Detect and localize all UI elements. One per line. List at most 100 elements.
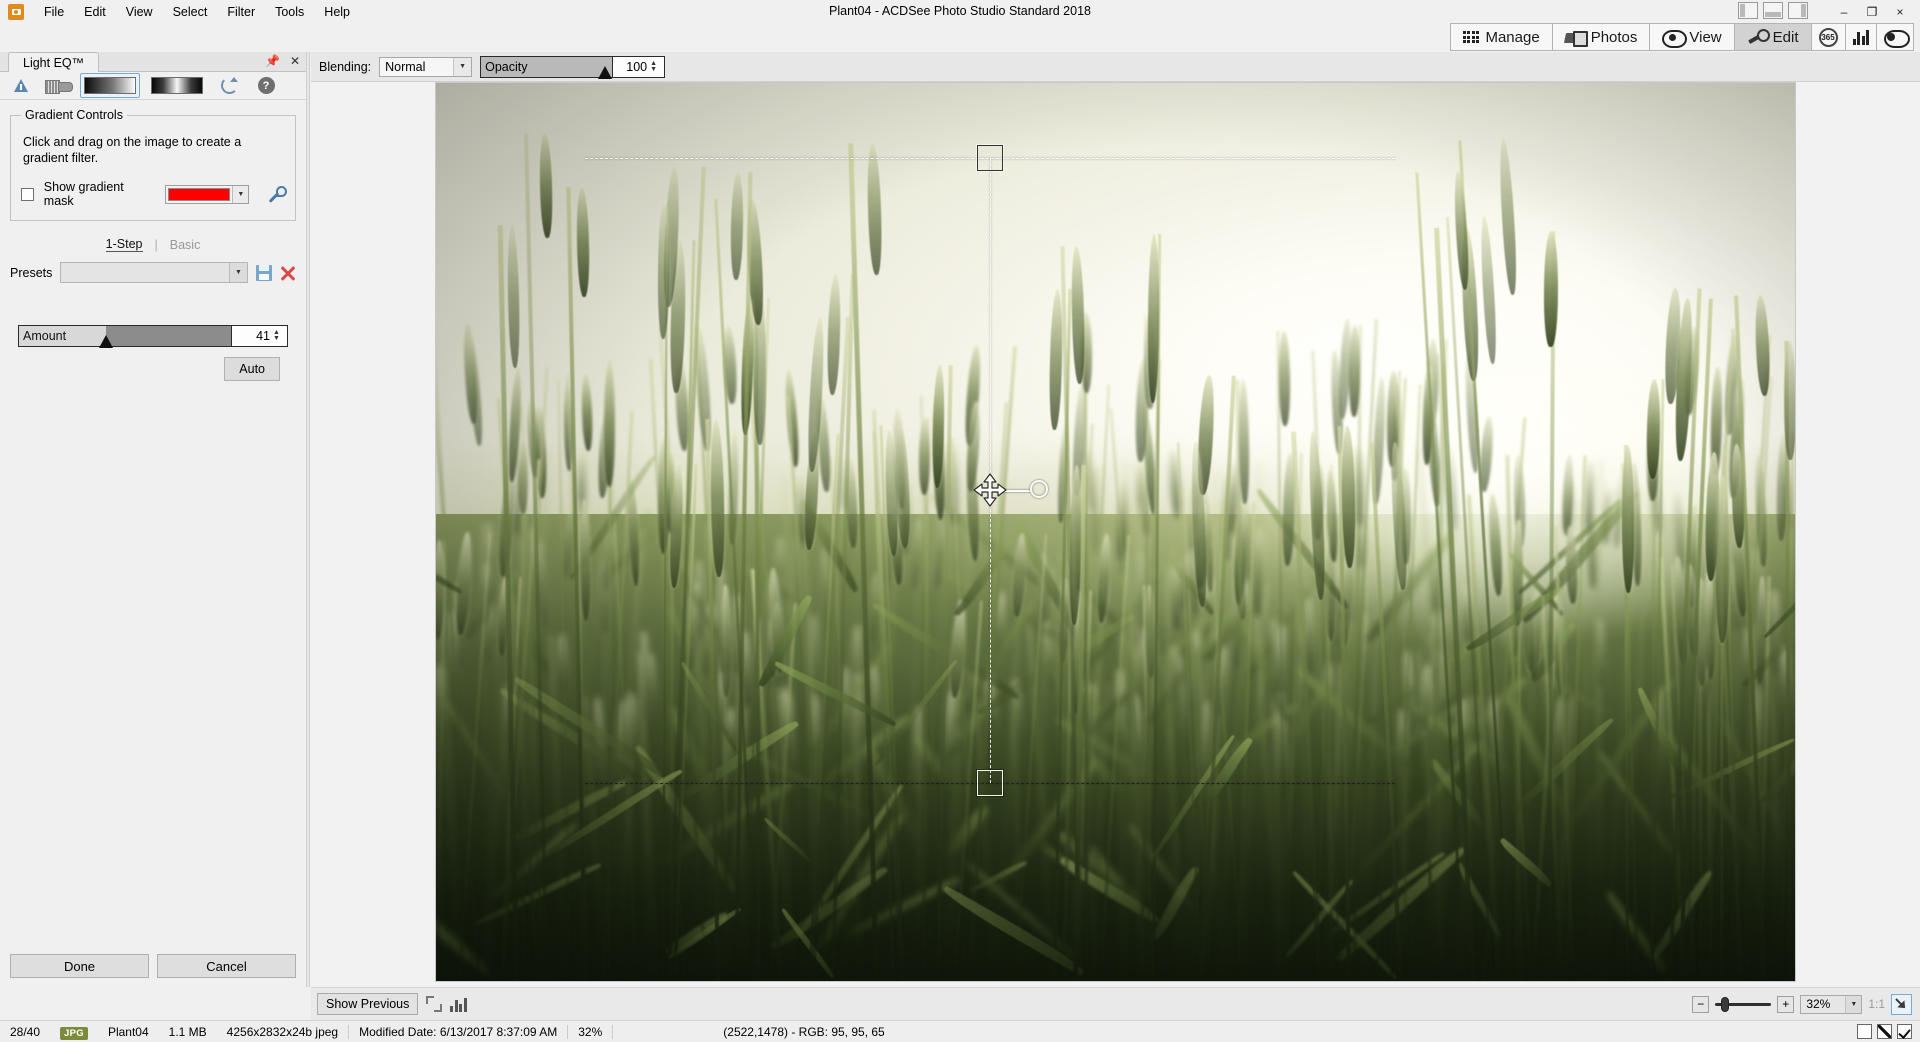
close-button[interactable]: ×: [1886, 2, 1914, 21]
presets-row: Presets ▼: [10, 262, 296, 283]
linear-gradient-icon[interactable]: [80, 73, 140, 98]
fit-to-window-icon[interactable]: [1891, 993, 1912, 1015]
zoom-slider[interactable]: [1715, 996, 1772, 1013]
eyedropper-icon[interactable]: [265, 184, 287, 204]
transparency-icon[interactable]: [1877, 1024, 1892, 1039]
mask-color-swatch: [167, 187, 231, 201]
show-previous-button[interactable]: Show Previous: [317, 993, 419, 1015]
photo-vignette: [436, 83, 1795, 981]
cancel-button[interactable]: Cancel: [157, 954, 296, 978]
blending-label: Blending:: [319, 59, 372, 74]
menu-view[interactable]: View: [116, 2, 163, 22]
menu-file[interactable]: File: [34, 2, 74, 22]
panel-splitter[interactable]: [306, 52, 310, 987]
spinner-arrows-icon[interactable]: ▲ ▼: [650, 60, 661, 73]
panel-bottom-icon[interactable]: [1763, 2, 1783, 19]
tab-view[interactable]: View: [1649, 23, 1734, 51]
tab-edit[interactable]: Edit: [1733, 23, 1811, 51]
tab-preview[interactable]: [1876, 23, 1914, 51]
save-icon[interactable]: [256, 264, 272, 281]
amount-spinbox[interactable]: 41 ▲ ▼: [231, 326, 287, 346]
step-1step[interactable]: 1-Step: [105, 237, 143, 252]
status-right-icons: [1857, 1024, 1912, 1039]
window-controls: – ❐ ×: [1830, 2, 1914, 21]
chevron-down-icon: ▼: [229, 263, 247, 282]
menu-edit[interactable]: Edit: [74, 2, 116, 22]
menu-help[interactable]: Help: [314, 2, 360, 22]
photos-icon: [1565, 30, 1588, 47]
brush-icon[interactable]: [43, 74, 73, 98]
step-separator: |: [154, 237, 158, 252]
opacity-value: 100: [626, 59, 648, 74]
warning-icon[interactable]: [6, 74, 36, 98]
pin-icon[interactable]: 📌: [265, 54, 280, 68]
minimize-button[interactable]: –: [1830, 2, 1858, 21]
amount-slider-thumb[interactable]: [98, 335, 113, 348]
menu-select[interactable]: Select: [163, 2, 218, 22]
panel-left-icon[interactable]: [1738, 2, 1758, 19]
help-icon[interactable]: ?: [251, 74, 281, 98]
presets-dropdown[interactable]: ▼: [60, 262, 248, 283]
histogram-icon[interactable]: [450, 997, 467, 1012]
spinner-arrows-icon[interactable]: ▲ ▼: [273, 329, 284, 342]
bottom-toolbar: Show Previous − + 32% ▼ 1:1: [311, 987, 1920, 1020]
opacity-slider[interactable]: Opacity 100 ▲ ▼: [480, 55, 666, 79]
step-mode-row: 1-Step | Basic: [10, 237, 296, 252]
done-button[interactable]: Done: [10, 954, 149, 978]
chevron-down-icon: ▼: [232, 185, 249, 203]
status-modified-date: Modified Date: 6/13/2017 8:37:09 AM: [359, 1024, 558, 1039]
opacity-slider-thumb[interactable]: [598, 65, 613, 79]
panel-tab-label: Light EQ™: [23, 55, 85, 70]
chevron-down-icon: ▼: [453, 57, 472, 76]
status-divider: [612, 1024, 614, 1039]
gradient-controls-title: Gradient Controls: [25, 108, 123, 122]
edit-toolbar: Blending: Normal ▼ Opacity 100 ▲ ▼: [311, 52, 1920, 82]
zoom-controls: − + 32% ▼ 1:1: [1692, 993, 1920, 1015]
radial-gradient-icon[interactable]: [147, 73, 207, 98]
zoom-slider-thumb[interactable]: [1721, 996, 1730, 1012]
show-gradient-mask-checkbox[interactable]: [21, 187, 34, 201]
close-icon[interactable]: ✕: [290, 54, 300, 68]
zoom-in-button[interactable]: +: [1777, 995, 1795, 1013]
image-viewport[interactable]: [435, 82, 1796, 982]
tab-histogram[interactable]: [1844, 23, 1876, 51]
delete-x-icon[interactable]: [280, 265, 296, 281]
canvas-area[interactable]: [311, 82, 1920, 987]
zoom-out-button[interactable]: −: [1692, 995, 1710, 1013]
zoom-level-dropdown[interactable]: 32% ▼: [1800, 994, 1863, 1014]
opacity-slider-track[interactable]: Opacity: [481, 56, 613, 79]
status-zoom: 32%: [578, 1024, 603, 1039]
amount-slider[interactable]: Amount 41 ▲ ▼: [18, 325, 288, 348]
tab-view-label: View: [1689, 28, 1722, 46]
restore-button[interactable]: ❐: [1858, 2, 1886, 21]
presets-label: Presets: [10, 265, 53, 280]
layout-buttons: [1738, 2, 1808, 19]
amount-slider-track[interactable]: Amount: [19, 326, 231, 348]
blending-dropdown[interactable]: Normal ▼: [379, 56, 473, 77]
menu-filter[interactable]: Filter: [217, 2, 265, 22]
auto-button[interactable]: Auto: [224, 357, 280, 381]
reset-icon[interactable]: [214, 74, 244, 98]
panel-tab-row: Light EQ™ 📌 ✕: [0, 52, 306, 72]
checkmark-icon[interactable]: [1897, 1024, 1912, 1039]
opacity-spinbox[interactable]: 100 ▲ ▼: [612, 56, 665, 77]
step-basic[interactable]: Basic: [170, 238, 201, 252]
amount-slider-block: Amount 41 ▲ ▼ Auto: [10, 325, 296, 381]
auto-row: Auto: [18, 357, 288, 381]
panel-tab-light-eq[interactable]: Light EQ™: [8, 52, 100, 72]
tab-365[interactable]: 365: [1810, 23, 1845, 51]
tab-photos[interactable]: Photos: [1551, 23, 1650, 51]
status-filename: Plant04: [107, 1024, 149, 1039]
one-to-one-button[interactable]: 1:1: [1868, 997, 1885, 1011]
panel-right-icon[interactable]: [1788, 2, 1808, 19]
preview-eye-icon: [1884, 30, 1910, 48]
zoom-level-value: 32%: [1806, 997, 1831, 1011]
status-dimensions: 4256x2832x24b jpeg: [226, 1024, 339, 1039]
background-color-icon[interactable]: [1857, 1024, 1872, 1039]
tab-manage[interactable]: Manage: [1449, 23, 1552, 51]
mask-color-picker[interactable]: ▼: [164, 184, 250, 204]
tab-edit-label: Edit: [1772, 28, 1799, 46]
eye-icon: [1662, 30, 1688, 48]
menu-tools[interactable]: Tools: [265, 2, 314, 22]
expand-icon[interactable]: [426, 996, 443, 1012]
